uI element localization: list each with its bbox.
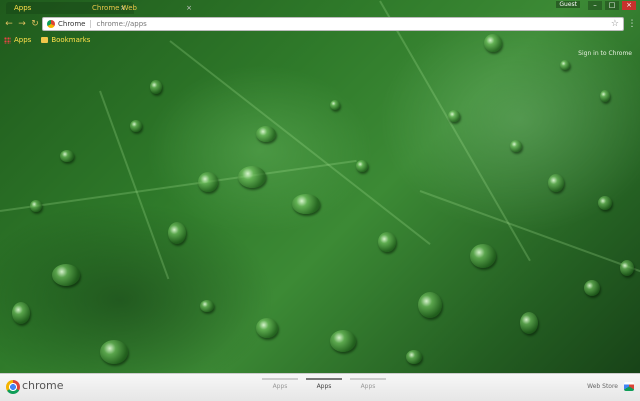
page-tab-1[interactable]: Apps <box>262 378 298 390</box>
reload-button[interactable]: ↻ <box>29 18 41 30</box>
omnibox-url[interactable]: chrome://apps <box>91 20 146 28</box>
bookmark-apps-label: Apps <box>14 36 32 44</box>
toolbar: ← → ↻ Chrome chrome://apps ☆ ⋮ <box>0 15 640 33</box>
apps-grid-icon <box>4 36 11 44</box>
folder-icon <box>41 37 49 43</box>
signin-link[interactable]: Sign in to Chrome <box>578 50 632 57</box>
minimize-button[interactable]: – <box>588 1 602 10</box>
tab-web-store-label: Chrome Web <box>92 4 137 12</box>
forward-button[interactable]: → <box>16 18 28 30</box>
profile-button[interactable]: Guest <box>556 1 580 8</box>
web-store-link[interactable]: Web Store <box>587 383 618 390</box>
tab-web-store[interactable]: Chrome Web × <box>84 2 200 14</box>
bookmark-apps[interactable]: Apps <box>4 36 31 44</box>
page-tab-label: Apps <box>360 383 376 390</box>
bookmark-folder[interactable]: Bookmarks <box>41 36 90 44</box>
web-store-icon[interactable] <box>624 382 634 391</box>
tab-apps-label: Apps <box>14 4 32 12</box>
chrome-icon <box>47 20 55 28</box>
window-controls: – □ × <box>588 1 636 10</box>
page-tab-label: Apps <box>272 383 288 390</box>
close-window-button[interactable]: × <box>622 1 636 10</box>
page-tab-3[interactable]: Apps <box>350 378 386 390</box>
maximize-button[interactable]: □ <box>605 1 619 10</box>
menu-icon[interactable]: ⋮ <box>627 18 637 30</box>
bookmark-folder-label: Bookmarks <box>51 36 91 44</box>
page-switcher: Apps Apps Apps <box>262 378 386 390</box>
omnibox-chip: Chrome <box>58 20 92 28</box>
bookmark-star-icon[interactable]: ☆ <box>611 19 619 29</box>
tab-strip: Apps × Chrome Web × Guest – □ × <box>0 0 640 14</box>
close-tab-icon[interactable]: × <box>186 4 192 12</box>
back-button[interactable]: ← <box>3 18 15 30</box>
omnibox[interactable]: Chrome chrome://apps ☆ <box>42 17 624 31</box>
apps-bottom-bar: chrome Apps Apps Apps Web Store <box>0 373 640 401</box>
page-tab-label: Apps <box>316 383 332 390</box>
page-tab-2[interactable]: Apps <box>306 378 342 390</box>
chrome-wordmark: chrome <box>22 379 64 392</box>
bookmarks-bar: Apps Bookmarks <box>4 34 90 46</box>
chrome-logo-icon <box>6 380 20 394</box>
